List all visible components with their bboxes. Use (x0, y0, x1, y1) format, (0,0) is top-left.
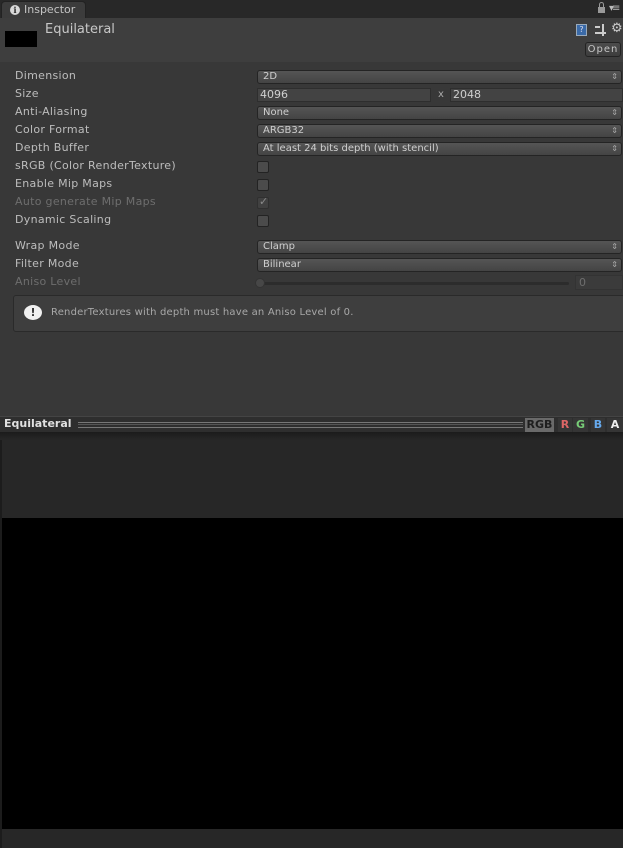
wrap-mode-value: Clamp (263, 241, 295, 252)
preset-sliders-icon[interactable] (595, 24, 606, 36)
size-label: Size (15, 87, 39, 100)
row-wrap-mode: Wrap Mode Clamp ⇕ (0, 238, 623, 256)
row-enable-mip-maps: Enable Mip Maps (0, 176, 623, 194)
row-dimension: Dimension 2D ⇕ (0, 68, 623, 86)
depth-buffer-value: At least 24 bits depth (with stencil) (263, 143, 439, 154)
drag-handle[interactable] (78, 422, 523, 428)
dropdown-arrows-icon: ⇕ (611, 242, 618, 251)
auto-generate-mip-maps-checkbox[interactable]: ✓ (257, 195, 269, 209)
aniso-level-slider-thumb[interactable] (255, 278, 265, 288)
gear-icon[interactable]: ⚙ (611, 21, 623, 36)
checkmark-icon: ✓ (259, 195, 269, 208)
dynamic-scaling-checkbox[interactable] (257, 215, 269, 227)
aniso-level-slider-track[interactable] (257, 282, 569, 285)
dropdown-arrows-icon: ⇕ (611, 144, 618, 153)
channel-r-button[interactable]: R (558, 418, 572, 432)
wrap-mode-label: Wrap Mode (15, 239, 80, 252)
depth-buffer-label: Depth Buffer (15, 141, 90, 154)
channel-b-button[interactable]: B (591, 418, 605, 432)
row-anti-aliasing: Anti-Aliasing None ⇕ (0, 104, 623, 122)
open-button[interactable]: Open (585, 42, 621, 57)
row-filter-mode: Filter Mode Bilinear ⇕ (0, 256, 623, 274)
aniso-level-label: Aniso Level (15, 275, 81, 288)
anti-aliasing-value: None (263, 107, 290, 118)
enable-mip-maps-label: Enable Mip Maps (15, 177, 113, 190)
row-size: Size 4096 x 2048 (0, 86, 623, 104)
filter-mode-dropdown[interactable]: Bilinear ⇕ (257, 258, 622, 272)
tab-label: Inspector (24, 3, 76, 16)
row-auto-generate-mip-maps: Auto generate Mip Maps ✓ (0, 194, 623, 212)
size-width-input[interactable]: 4096 (257, 88, 431, 102)
anti-aliasing-label: Anti-Aliasing (15, 105, 88, 118)
dimension-value: 2D (263, 71, 278, 82)
color-format-label: Color Format (15, 123, 90, 136)
size-separator: x (438, 89, 444, 100)
srgb-label: sRGB (Color RenderTexture) (15, 159, 176, 172)
filter-mode-value: Bilinear (263, 259, 301, 270)
texture-thumbnail (5, 31, 37, 47)
menu-icon[interactable]: ▾≡ (609, 4, 620, 14)
dropdown-arrows-icon: ⇕ (611, 126, 618, 135)
row-dynamic-scaling: Dynamic Scaling (0, 212, 623, 230)
warning-text: RenderTextures with depth must have an A… (51, 307, 354, 318)
preview-header[interactable]: Equilateral RGB R G B A (0, 416, 623, 432)
channel-rgb-button[interactable]: RGB (525, 418, 554, 432)
depth-buffer-dropdown[interactable]: At least 24 bits depth (with stencil) ⇕ (257, 142, 622, 156)
dropdown-arrows-icon: ⇕ (611, 108, 618, 117)
wrap-mode-dropdown[interactable]: Clamp ⇕ (257, 240, 622, 254)
warning-helpbox: ! RenderTextures with depth must have an… (13, 295, 623, 332)
filter-mode-label: Filter Mode (15, 257, 80, 270)
dropdown-arrows-icon: ⇕ (611, 260, 618, 269)
enable-mip-maps-checkbox[interactable] (257, 179, 269, 191)
row-depth-buffer: Depth Buffer At least 24 bits depth (wit… (0, 140, 623, 158)
color-format-dropdown[interactable]: ARGB32 ⇕ (257, 124, 622, 138)
dimension-dropdown[interactable]: 2D ⇕ (257, 70, 622, 84)
channel-g-button[interactable]: G (573, 418, 588, 432)
inspector-header: Equilateral ? ⚙ Open (0, 18, 623, 62)
help-book-icon[interactable]: ? (576, 24, 587, 36)
row-color-format: Color Format ARGB32 ⇕ (0, 122, 623, 140)
preview-title: Equilateral (4, 417, 72, 430)
color-format-value: ARGB32 (263, 125, 305, 136)
srgb-checkbox[interactable] (257, 161, 269, 173)
dropdown-arrows-icon: ⇕ (611, 72, 618, 81)
row-srgb: sRGB (Color RenderTexture) (0, 158, 623, 176)
row-aniso-level: Aniso Level 0 (0, 274, 623, 292)
lock-icon[interactable] (598, 2, 605, 13)
dynamic-scaling-label: Dynamic Scaling (15, 213, 112, 226)
dimension-label: Dimension (15, 69, 77, 82)
tab-bar: i Inspector ▾≡ (0, 0, 623, 18)
size-height-input[interactable]: 2048 (450, 88, 623, 102)
object-title: Equilateral (45, 22, 115, 37)
preview-shadow (0, 432, 623, 440)
auto-generate-mip-maps-label: Auto generate Mip Maps (15, 195, 156, 208)
channel-a-button[interactable]: A (607, 418, 623, 432)
info-icon: i (10, 5, 20, 15)
tab-inspector[interactable]: i Inspector (1, 1, 86, 18)
texture-preview (2, 518, 623, 829)
warning-icon: ! (24, 305, 42, 320)
aniso-level-input[interactable]: 0 (575, 275, 623, 290)
anti-aliasing-dropdown[interactable]: None ⇕ (257, 106, 622, 120)
